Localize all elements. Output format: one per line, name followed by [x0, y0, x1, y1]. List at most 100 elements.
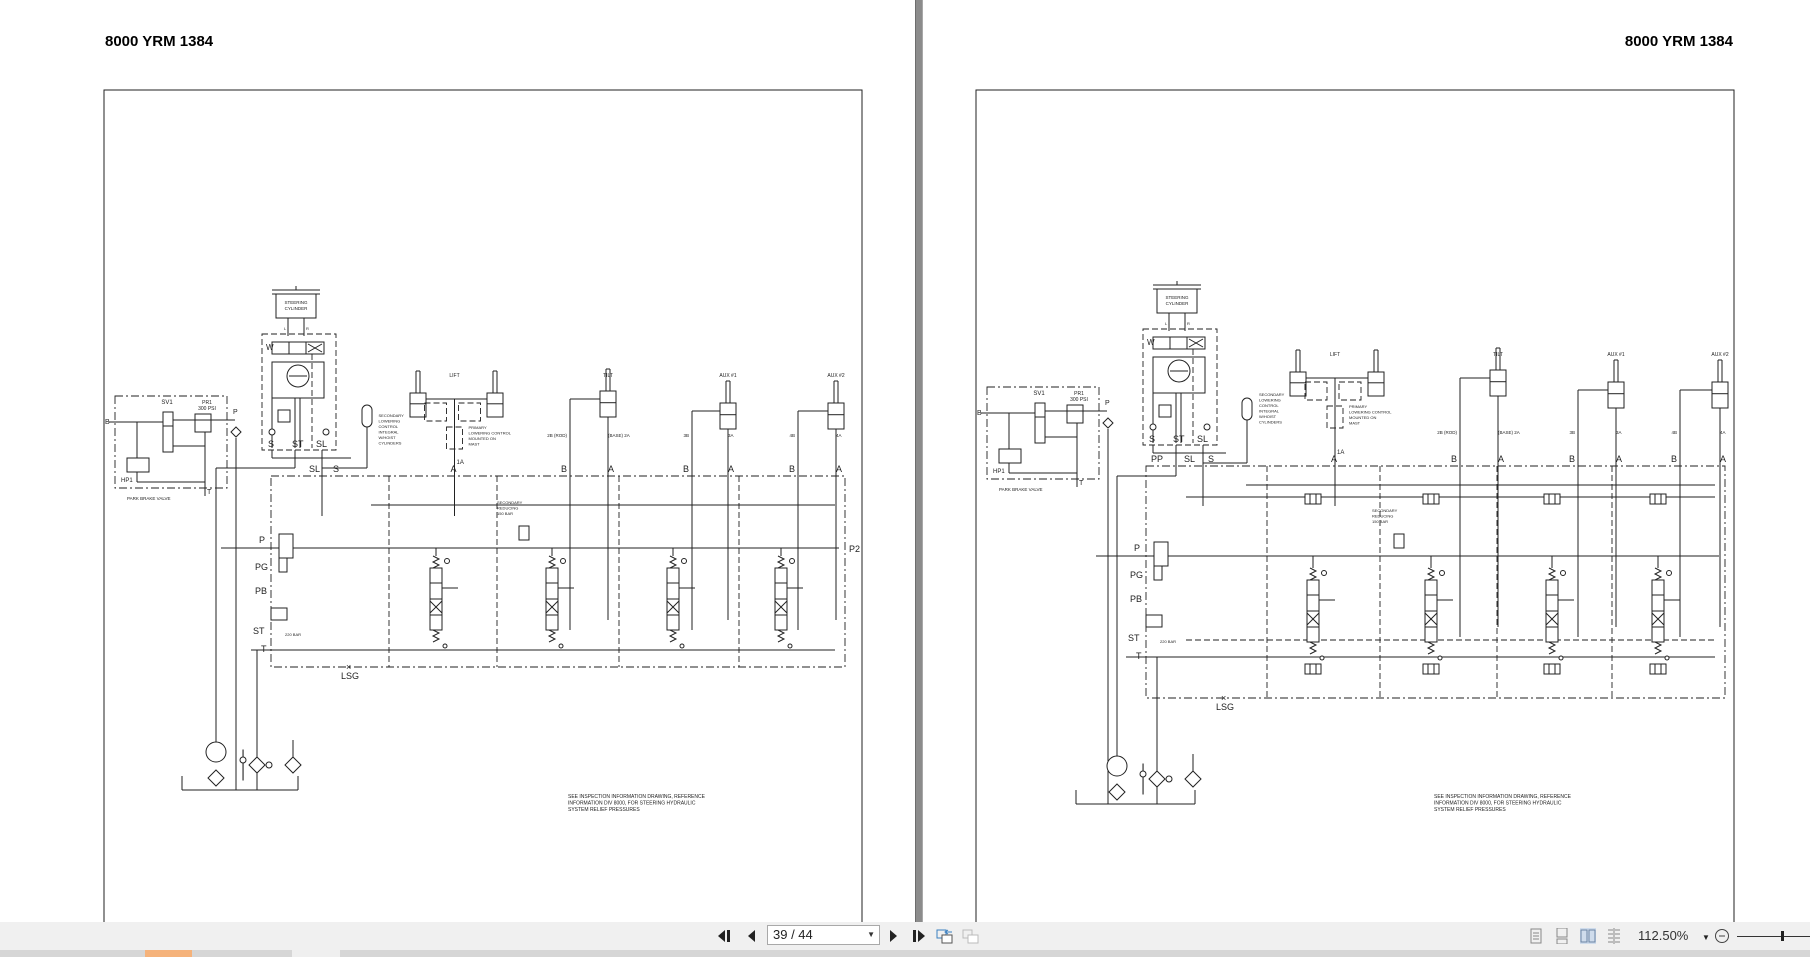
previous-page-button[interactable]: [743, 926, 761, 946]
page-dropdown-icon[interactable]: ▼: [867, 926, 875, 944]
schematic-label: P: [1134, 543, 1140, 553]
pressure-reducing-valve-icon: [194, 413, 212, 433]
schematic-label: 4B: [789, 433, 795, 438]
zoom-slider[interactable]: [1737, 936, 1810, 937]
schematic-label: PB: [1130, 594, 1142, 604]
previous-view-button[interactable]: [935, 926, 955, 946]
zoom-level[interactable]: 112.50%: [1638, 928, 1688, 943]
next-page-button[interactable]: [884, 926, 902, 946]
priority-valve-icon: [278, 533, 294, 559]
schematic-label: AUX #2: [1711, 352, 1728, 358]
continuous-view-button[interactable]: [1554, 927, 1570, 945]
gauge-port-icon: [278, 557, 288, 573]
breather-filter-icon: [284, 756, 302, 774]
schematic-label: W/HOIST: [1259, 414, 1277, 419]
schematic-label: SECONDARY: [497, 500, 523, 505]
schematic-label: B: [561, 464, 567, 474]
schematic-label: CYLINDER: [285, 306, 309, 311]
schematic-label: LIFT: [449, 373, 459, 379]
schematic-label: MOUNTED ON: [1349, 415, 1376, 420]
schematic-label: CYLINDERS: [379, 441, 402, 446]
schematic-label: 3A: [728, 433, 734, 438]
schematic-label: INFORMATION DIV 8000, FOR STEERING HYDRA…: [568, 801, 696, 807]
cylinder-icon: [1367, 371, 1385, 397]
check-valve-icon: [1102, 417, 1114, 429]
spring-icon: [1653, 567, 1663, 581]
taskbar-item[interactable]: [292, 950, 340, 957]
schematic-label: A: [451, 464, 457, 474]
previous-page-icon: [748, 930, 755, 942]
schematic-label: LOWERING CONTROL: [469, 431, 512, 436]
secondary-lowering-valve: [1338, 381, 1362, 401]
schematic-label: SYSTEM RELIEF PRESSURES: [1434, 807, 1506, 813]
schematic-label: 4B: [1671, 430, 1677, 435]
lever-icon: [1437, 655, 1443, 661]
gauge-port-icon: [1153, 565, 1163, 581]
cylinder-icon: [1489, 369, 1507, 397]
solenoid-valve-icon: [162, 411, 174, 453]
schematic-label: PARK BRAKE VALVE: [127, 496, 171, 501]
schematic-label: SEE INSPECTION INFORMATION DRAWING, REFE…: [568, 794, 706, 800]
solenoid-valve-icon: [1034, 402, 1046, 444]
cylinder-icon: [1607, 381, 1625, 409]
zoom-out-button[interactable]: [1714, 926, 1730, 946]
spring-icon: [1426, 641, 1436, 655]
schematic-label: T: [1136, 651, 1142, 661]
pilot-icon: [1666, 570, 1672, 576]
schematic-label: 300 PSI: [1070, 397, 1088, 403]
directional-valve-icon: [1649, 663, 1667, 675]
directional-valve-icon: [1543, 493, 1561, 505]
cylinder-icon: [1711, 381, 1729, 409]
first-page-button[interactable]: [716, 926, 734, 946]
single-page-view-button[interactable]: [1528, 928, 1544, 944]
filter-icon: [1108, 783, 1126, 801]
schematic-label: B: [789, 464, 795, 474]
check-valve-icon: [230, 426, 242, 438]
two-page-continuous-view-button[interactable]: [1606, 928, 1622, 944]
schematic-label: B: [105, 419, 110, 426]
priority-valve-icon: [1153, 541, 1169, 567]
directional-valve-icon: [1649, 493, 1667, 505]
next-view-button[interactable]: [961, 926, 981, 946]
pilot-icon: [681, 558, 687, 564]
schematic-label: P: [233, 409, 238, 416]
pump-icon: [1106, 755, 1128, 777]
spring-icon: [1547, 567, 1557, 581]
schematic-label: INFORMATION DIV 8000, FOR STEERING HYDRA…: [1434, 801, 1562, 807]
schematic-label: SEE INSPECTION INFORMATION DRAWING, REFE…: [1434, 794, 1572, 800]
spring-icon: [776, 629, 786, 643]
check-valve-icon: [1149, 423, 1157, 431]
schematic-label: T: [1079, 480, 1084, 487]
steering-valve-icon: [271, 341, 325, 355]
schematic-label: CYLINDERS: [1259, 420, 1282, 425]
zoom-out-icon: [1715, 929, 1729, 943]
schematic-label: PRIMARY: [469, 425, 487, 430]
taskbar-active-item[interactable]: [145, 950, 192, 957]
schematic-label: S: [1149, 434, 1155, 444]
last-page-button[interactable]: [910, 926, 928, 946]
two-page-view-button[interactable]: [1580, 928, 1596, 944]
schematic-label: A: [608, 464, 614, 474]
schematic-label: PG: [255, 562, 268, 572]
pilot-icon: [1560, 570, 1566, 576]
schematic-label: A: [1498, 454, 1504, 464]
schematic-label: SYSTEM RELIEF PRESSURES: [568, 807, 640, 813]
spring-icon: [1308, 641, 1318, 655]
directional-valve-icon: [1422, 493, 1440, 505]
schematic-label: 300 PSI: [198, 406, 216, 412]
schematic-label: AUX #2: [827, 373, 844, 379]
schematic-label: 150 BAR: [1372, 519, 1388, 524]
check-valve-icon: [1203, 423, 1211, 431]
check-valve-icon: [268, 428, 276, 436]
schematic-label: SL: [316, 439, 327, 449]
spring-icon: [431, 629, 441, 643]
hand-pump-icon: [126, 457, 150, 473]
schematic-label: 220 BAR: [1160, 639, 1176, 644]
spring-icon: [1308, 567, 1318, 581]
hand-pump-icon: [998, 448, 1022, 464]
zoom-slider-thumb[interactable]: [1781, 931, 1784, 941]
page-number-input[interactable]: 39 / 44 ▼: [767, 925, 880, 945]
schematic-label: P2: [849, 544, 860, 554]
zoom-dropdown-icon[interactable]: ▼: [1701, 927, 1711, 947]
schematic-label: MAST: [469, 442, 481, 447]
